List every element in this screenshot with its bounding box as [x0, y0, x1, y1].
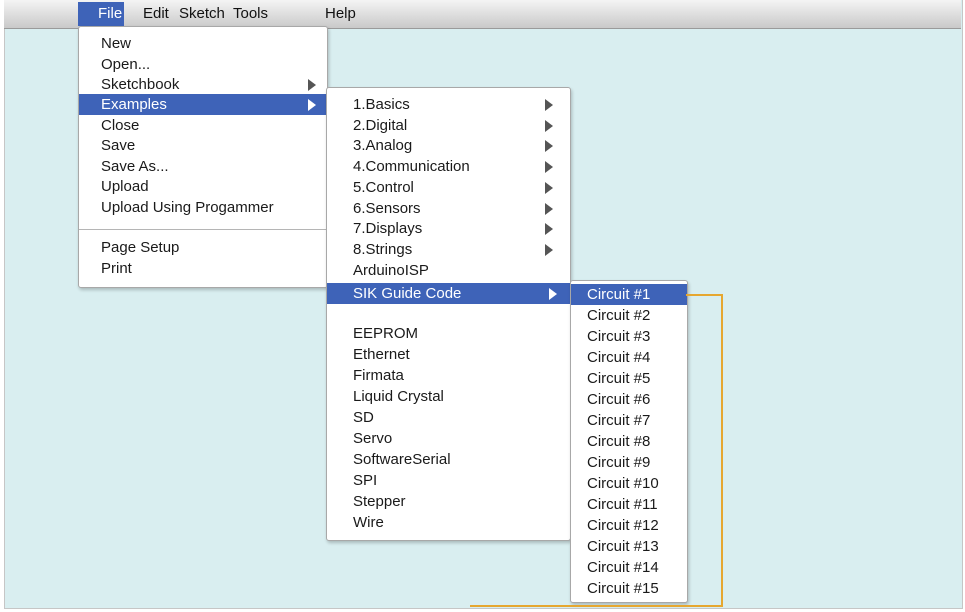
menu-item-save[interactable]: Save: [79, 135, 327, 156]
submenu-arrow-icon: [545, 161, 553, 173]
submenu-arrow-icon: [545, 182, 553, 194]
menu-item-open[interactable]: Open...: [79, 54, 327, 75]
menu-edit[interactable]: Edit: [143, 4, 169, 24]
menu-item-spi[interactable]: SPI: [327, 470, 570, 491]
menu-item-circuit-4[interactable]: Circuit #4: [571, 347, 687, 368]
menu-item-label: 2.Digital: [353, 117, 408, 134]
menu-item-analog[interactable]: 3.Analog: [327, 135, 570, 156]
menu-sketch[interactable]: Sketch: [179, 4, 225, 24]
menu-item-circuit-11[interactable]: Circuit #11: [571, 494, 687, 515]
menu-item-circuit-15[interactable]: Circuit #15: [571, 578, 687, 599]
menu-item-eeprom[interactable]: EEPROM: [327, 323, 570, 344]
menu-item-label: 5.Control: [353, 179, 414, 196]
menu-item-circuit-10[interactable]: Circuit #10: [571, 473, 687, 494]
menu-item-servo[interactable]: Servo: [327, 428, 570, 449]
file-menu: New Open... Sketchbook Examples Close Sa…: [78, 26, 328, 288]
menu-separator: [79, 229, 327, 230]
callout-bracket-right: [721, 294, 723, 607]
menu-item-firmata[interactable]: Firmata: [327, 365, 570, 386]
menu-item-circuit-2[interactable]: Circuit #2: [571, 305, 687, 326]
menu-item-circuit-5[interactable]: Circuit #5: [571, 368, 687, 389]
menu-item-upload[interactable]: Upload: [79, 176, 327, 197]
menu-item-label: Examples: [101, 96, 167, 113]
menu-help[interactable]: Help: [325, 4, 356, 24]
sik-guide-submenu: Circuit #1 Circuit #2 Circuit #3 Circuit…: [570, 280, 688, 603]
menu-item-label: 6.Sensors: [353, 200, 421, 217]
menu-item-circuit-6[interactable]: Circuit #6: [571, 389, 687, 410]
examples-submenu: 1.Basics 2.Digital 3.Analog 4.Communicat…: [326, 87, 571, 541]
menu-item-circuit-3[interactable]: Circuit #3: [571, 326, 687, 347]
submenu-arrow-icon: [545, 120, 553, 132]
menu-item-examples[interactable]: Examples: [79, 94, 327, 115]
callout-bracket-top: [686, 294, 723, 296]
submenu-arrow-icon: [545, 99, 553, 111]
menu-item-softwareserial[interactable]: SoftwareSerial: [327, 449, 570, 470]
menu-item-label: 8.Strings: [353, 241, 413, 258]
submenu-arrow-icon: [545, 203, 553, 215]
menu-item-circuit-8[interactable]: Circuit #8: [571, 431, 687, 452]
menu-item-label: 1.Basics: [353, 96, 410, 113]
menu-item-upload-programmer[interactable]: Upload Using Progammer: [79, 197, 327, 218]
menu-item-save-as[interactable]: Save As...: [79, 156, 327, 177]
menu-item-sensors[interactable]: 6.Sensors: [327, 198, 570, 219]
menu-item-label: 4.Communication: [353, 158, 470, 175]
menu-item-circuit-7[interactable]: Circuit #7: [571, 410, 687, 431]
menu-item-circuit-9[interactable]: Circuit #9: [571, 452, 687, 473]
menu-item-close[interactable]: Close: [79, 115, 327, 136]
menu-item-circuit-13[interactable]: Circuit #13: [571, 536, 687, 557]
menu-item-label: Sketchbook: [101, 76, 180, 93]
menu-item-arduinoisp[interactable]: ArduinoISP: [327, 260, 570, 281]
menu-item-ethernet[interactable]: Ethernet: [327, 344, 570, 365]
menu-item-basics[interactable]: 1.Basics: [327, 94, 570, 115]
submenu-arrow-icon: [308, 99, 316, 111]
menu-item-page-setup[interactable]: Page Setup: [79, 237, 327, 258]
menu-item-communication[interactable]: 4.Communication: [327, 156, 570, 177]
menu-item-control[interactable]: 5.Control: [327, 177, 570, 198]
menu-item-circuit-12[interactable]: Circuit #12: [571, 515, 687, 536]
menu-item-print[interactable]: Print: [79, 258, 327, 279]
menu-item-strings[interactable]: 8.Strings: [327, 239, 570, 260]
menu-item-displays[interactable]: 7.Displays: [327, 218, 570, 239]
callout-bracket-bottom: [470, 605, 723, 607]
menu-item-circuit-1[interactable]: Circuit #1: [571, 284, 687, 305]
submenu-arrow-icon: [545, 244, 553, 256]
menu-item-circuit-14[interactable]: Circuit #14: [571, 557, 687, 578]
menu-item-digital[interactable]: 2.Digital: [327, 115, 570, 136]
menu-item-wire[interactable]: Wire: [327, 512, 570, 533]
menu-item-sketchbook[interactable]: Sketchbook: [79, 74, 327, 95]
menu-item-label: SIK Guide Code: [353, 285, 462, 302]
menu-item-label: 7.Displays: [353, 220, 423, 237]
menu-item-liquid-crystal[interactable]: Liquid Crystal: [327, 386, 570, 407]
menu-item-stepper[interactable]: Stepper: [327, 491, 570, 512]
menu-item-new[interactable]: New: [79, 33, 327, 54]
menu-item-sd[interactable]: SD: [327, 407, 570, 428]
submenu-arrow-icon: [545, 223, 553, 235]
menu-tools[interactable]: Tools: [233, 4, 268, 24]
menu-item-label: 3.Analog: [353, 137, 413, 154]
menu-bar: File Edit Sketch Tools Help: [4, 0, 961, 29]
submenu-arrow-icon: [545, 140, 553, 152]
submenu-arrow-icon: [549, 288, 557, 300]
submenu-arrow-icon: [308, 79, 316, 91]
menu-item-sik-guide-code[interactable]: SIK Guide Code: [327, 283, 570, 304]
menu-file[interactable]: File: [78, 2, 124, 26]
